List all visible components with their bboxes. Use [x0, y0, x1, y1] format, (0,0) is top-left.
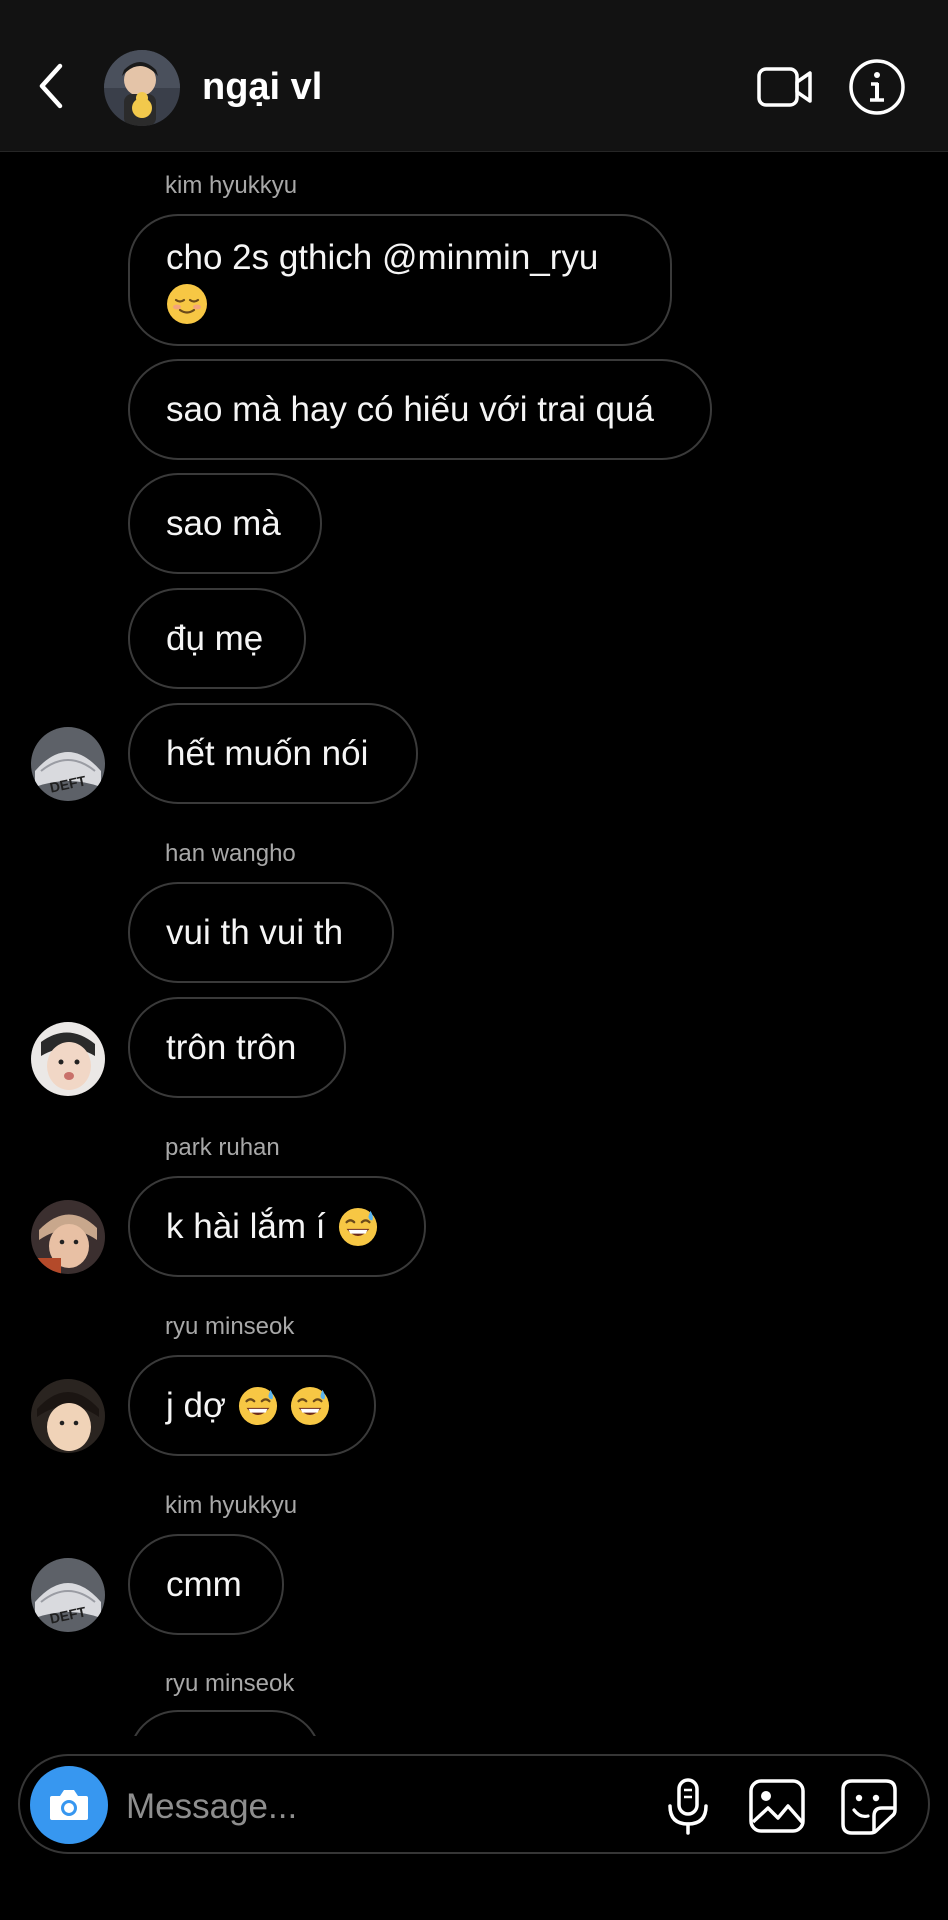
avatar[interactable]: DEFT: [31, 727, 105, 801]
back-button[interactable]: [30, 60, 74, 112]
camera-icon: [50, 1790, 88, 1820]
message-bubble[interactable]: hết muốn nói: [128, 703, 418, 804]
video-camera-icon: [757, 67, 812, 107]
message-text: trôn trôn: [166, 1027, 297, 1067]
info-button[interactable]: [848, 58, 906, 116]
message-input[interactable]: [124, 1778, 648, 1836]
camera-button[interactable]: [30, 1766, 108, 1844]
message-composer: [18, 1754, 930, 1854]
sender-name: kim hyukkyu: [165, 1492, 298, 1519]
grinning-sweat-emoji: [238, 1386, 277, 1425]
message-text: sao mà: [166, 503, 281, 543]
message-bubble[interactable]: trôn trôn: [128, 997, 346, 1098]
chat-header: ngại vl: [0, 0, 948, 152]
message-text: đụ mẹ: [166, 618, 264, 658]
message-bubble[interactable]: cho 2s gthich @minmin_ryu: [128, 214, 672, 346]
avatar[interactable]: [31, 1022, 105, 1096]
grinning-sweat-emoji: [290, 1386, 329, 1425]
message-bubble[interactable]: sao mà hay có hiếu với trai quá: [128, 359, 712, 460]
message-bubble[interactable]: k hài lắm í: [128, 1176, 426, 1277]
grinning-sweat-emoji: [338, 1207, 377, 1246]
sender-name: han wangho: [165, 840, 296, 867]
sender-name: kim hyukkyu: [165, 172, 298, 199]
info-icon: [849, 59, 905, 115]
message-thread[interactable]: kim hyukkyu cho 2s gthich @minmin_ryu sa…: [0, 152, 948, 1736]
message-bubble[interactable]: đụ mẹ: [128, 588, 306, 689]
message-text: hết muốn nói: [166, 733, 369, 773]
avatar[interactable]: [31, 1379, 105, 1453]
sender-name: ryu minseok: [165, 1670, 295, 1697]
message-bubble[interactable]: [128, 1710, 322, 1736]
sticker-button[interactable]: [838, 1776, 900, 1836]
voice-message-button[interactable]: [660, 1776, 716, 1836]
chat-title[interactable]: ngại vl: [202, 62, 322, 112]
sender-name: ryu minseok: [165, 1313, 295, 1340]
message-bubble[interactable]: cmm: [128, 1534, 284, 1635]
message-text: cmm: [166, 1564, 242, 1604]
message-text: cho 2s gthich @minmin_ryu: [166, 238, 599, 277]
message-bubble[interactable]: j dợ: [128, 1355, 376, 1456]
message-text: vui th vui th: [166, 912, 344, 952]
sender-name: park ruhan: [165, 1134, 280, 1161]
avatar[interactable]: [31, 1200, 105, 1274]
group-avatar[interactable]: [104, 50, 180, 126]
chevron-left-icon: [39, 63, 63, 109]
gallery-button[interactable]: [746, 1776, 808, 1836]
image-icon: [749, 1779, 805, 1833]
message-text: sao mà hay có hiếu với trai quá: [166, 389, 654, 429]
relieved-face-emoji: [167, 284, 207, 324]
message-text: k hài lắm í: [166, 1206, 326, 1246]
message-bubble[interactable]: sao mà: [128, 473, 322, 574]
sticker-icon: [841, 1779, 897, 1835]
avatar[interactable]: DEFT: [31, 1558, 105, 1632]
video-call-button[interactable]: [756, 62, 814, 112]
message-text: j dợ: [166, 1385, 226, 1425]
microphone-icon: [668, 1778, 708, 1835]
message-bubble[interactable]: vui th vui th: [128, 882, 394, 983]
